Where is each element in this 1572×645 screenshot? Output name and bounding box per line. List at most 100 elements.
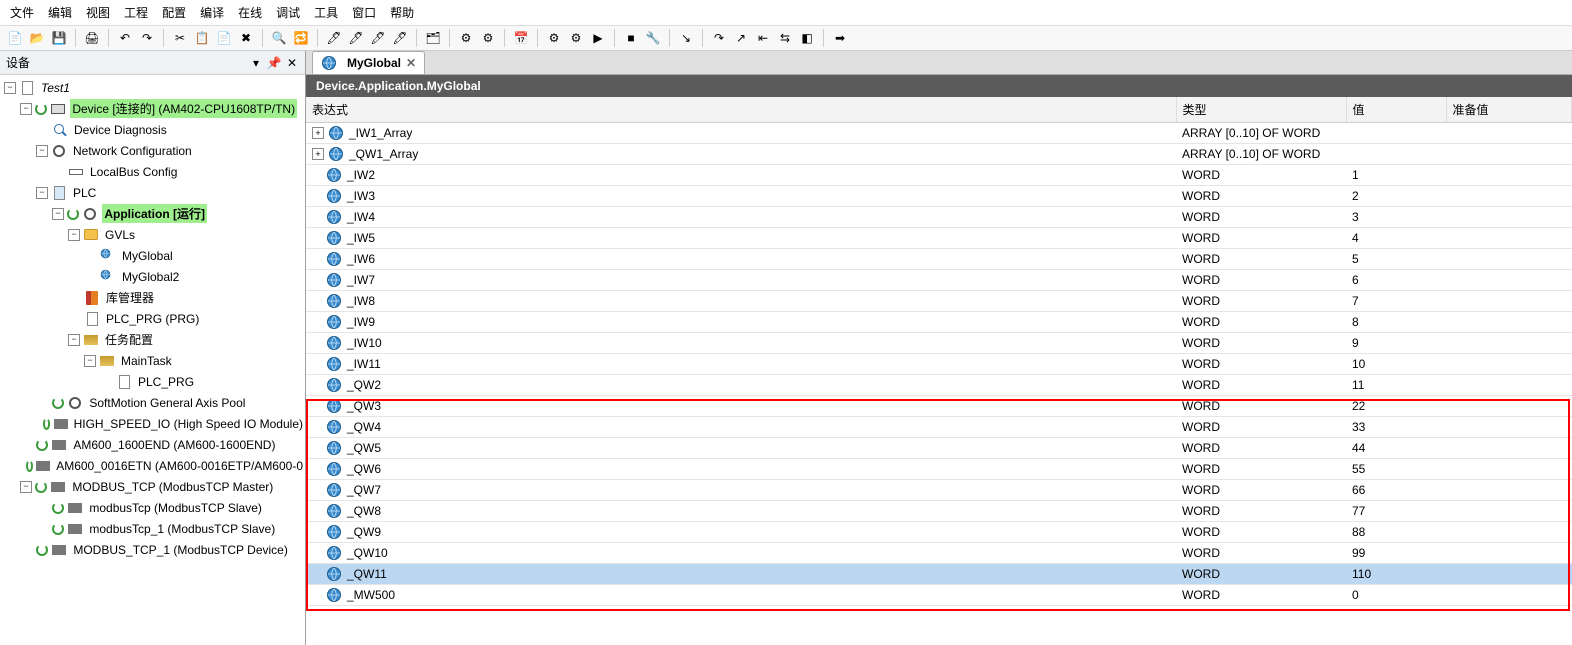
toolbar-step-out-icon[interactable]: ↗ [732,29,750,47]
tree-toggle-icon[interactable]: − [84,355,96,367]
tree-node[interactable]: −任务配置 [0,329,305,350]
toolbar-step-return-icon[interactable]: ⇤ [754,29,772,47]
tree-node[interactable]: AM600_1600END (AM600-1600END) [0,434,305,455]
tree-node[interactable]: HIGH_SPEED_IO (High Speed IO Module) [0,413,305,434]
tree-node[interactable]: SoftMotion General Axis Pool [0,392,305,413]
menu-工程[interactable]: 工程 [124,4,148,21]
col-header-expression[interactable]: 表达式 [306,97,1176,123]
var-value[interactable]: 110 [1346,564,1446,585]
table-row[interactable]: _QW4WORD33 [306,417,1572,438]
panel-close-icon[interactable]: ✕ [285,56,299,70]
var-prepvalue[interactable] [1446,564,1572,585]
var-value[interactable]: 0 [1346,585,1446,606]
table-row[interactable]: _QW10WORD99 [306,543,1572,564]
table-row[interactable]: _QW7WORD66 [306,480,1572,501]
tree-node[interactable]: modbusTcp (ModbusTCP Slave) [0,497,305,518]
tree-node[interactable]: PLC_PRG [0,371,305,392]
var-prepvalue[interactable] [1446,291,1572,312]
table-row[interactable]: _IW6WORD5 [306,249,1572,270]
row-toggle-icon[interactable]: + [312,148,324,160]
menu-文件[interactable]: 文件 [10,4,34,21]
table-row[interactable]: _QW3WORD22 [306,396,1572,417]
var-prepvalue[interactable] [1446,165,1572,186]
tree-node[interactable]: −GVLs [0,224,305,245]
var-prepvalue[interactable] [1446,522,1572,543]
toolbar-misc-icon[interactable]: ◧ [798,29,816,47]
toolbar-redo-icon[interactable]: ↷ [138,29,156,47]
tree-toggle-icon[interactable]: − [68,334,80,346]
var-value[interactable] [1346,144,1446,165]
toolbar-open-icon[interactable]: 📂 [28,29,46,47]
toolbar-brush4-icon[interactable]: 🖊 [391,29,409,47]
var-value[interactable]: 44 [1346,438,1446,459]
tab-myglobal[interactable]: MyGlobal ✕ [312,51,425,74]
toolbar-gear2-icon[interactable]: ⚙ [567,29,585,47]
panel-dropdown-icon[interactable]: ▾ [249,56,263,70]
toolbar-paste-icon[interactable]: 📄 [215,29,233,47]
var-value[interactable]: 8 [1346,312,1446,333]
tree-node[interactable]: MyGlobal2 [0,266,305,287]
var-value[interactable]: 7 [1346,291,1446,312]
toolbar-play-icon[interactable]: ▶ [589,29,607,47]
toolbar-step-over-icon[interactable]: ↷ [710,29,728,47]
panel-pin-icon[interactable]: 📌 [267,56,281,70]
toolbar-brush1-icon[interactable]: 🖊 [325,29,343,47]
tree-node[interactable]: PLC_PRG (PRG) [0,308,305,329]
table-row[interactable]: _IW4WORD3 [306,207,1572,228]
toolbar-cfg1-icon[interactable]: ⚙ [457,29,475,47]
col-header-prepvalue[interactable]: 准备值 [1446,97,1572,123]
table-row[interactable]: +_IW1_ArrayARRAY [0..10] OF WORD [306,123,1572,144]
table-row[interactable]: _QW9WORD88 [306,522,1572,543]
variable-table[interactable]: 表达式 类型 值 准备值 +_IW1_ArrayARRAY [0..10] OF… [306,97,1572,606]
toolbar-props-icon[interactable]: 🗂 [424,29,442,47]
tree-toggle-icon[interactable]: − [52,208,64,220]
var-prepvalue[interactable] [1446,543,1572,564]
menu-编辑[interactable]: 编辑 [48,4,72,21]
table-row[interactable]: _IW7WORD6 [306,270,1572,291]
table-row[interactable]: _QW5WORD44 [306,438,1572,459]
tree-toggle-icon[interactable]: − [20,481,32,493]
toolbar-new-icon[interactable]: 📄 [6,29,24,47]
var-value[interactable]: 1 [1346,165,1446,186]
table-row[interactable]: _QW2WORD11 [306,375,1572,396]
toolbar-copy-icon[interactable]: 📋 [193,29,211,47]
table-row[interactable]: _MW500WORD0 [306,585,1572,606]
col-header-type[interactable]: 类型 [1176,97,1346,123]
toolbar-replace-icon[interactable]: 🔁 [292,29,310,47]
table-row[interactable]: _IW8WORD7 [306,291,1572,312]
tree-node[interactable]: MyGlobal [0,245,305,266]
toolbar-cut-icon[interactable]: ✂ [171,29,189,47]
var-prepvalue[interactable] [1446,207,1572,228]
tree-node[interactable]: MODBUS_TCP_1 (ModbusTCP Device) [0,539,305,560]
tree-node[interactable]: LocalBus Config [0,161,305,182]
table-row[interactable]: _QW6WORD55 [306,459,1572,480]
tree-node[interactable]: −Network Configuration [0,140,305,161]
toolbar-right-icon[interactable]: ➡ [831,29,849,47]
toolbar-wrench-icon[interactable]: 🔧 [644,29,662,47]
var-prepvalue[interactable] [1446,585,1572,606]
toolbar-toggle-icon[interactable]: ⇆ [776,29,794,47]
tree-node[interactable]: −MainTask [0,350,305,371]
toolbar-find-icon[interactable]: 🔍 [270,29,288,47]
var-prepvalue[interactable] [1446,480,1572,501]
menu-配置[interactable]: 配置 [162,4,186,21]
var-value[interactable]: 6 [1346,270,1446,291]
tree-toggle-icon[interactable]: − [20,103,32,115]
table-row[interactable]: _QW11WORD110 [306,564,1572,585]
col-header-value[interactable]: 值 [1346,97,1446,123]
tree-toggle-icon[interactable]: − [36,145,48,157]
var-prepvalue[interactable] [1446,270,1572,291]
tree-node[interactable]: − Application [运行] [0,203,305,224]
var-value[interactable]: 99 [1346,543,1446,564]
tree-node[interactable]: AM600_0016ETN (AM600-0016ETP/AM600-0 [0,455,305,476]
tree-node[interactable]: −PLC [0,182,305,203]
tree-node[interactable]: 库管理器 [0,287,305,308]
menu-视图[interactable]: 视图 [86,4,110,21]
tree-node[interactable]: −Test1 [0,77,305,98]
menu-窗口[interactable]: 窗口 [352,4,376,21]
table-row[interactable]: _IW5WORD4 [306,228,1572,249]
toolbar-gear1-icon[interactable]: ⚙ [545,29,563,47]
toolbar-save-icon[interactable]: 💾 [50,29,68,47]
var-prepvalue[interactable] [1446,312,1572,333]
menu-帮助[interactable]: 帮助 [390,4,414,21]
